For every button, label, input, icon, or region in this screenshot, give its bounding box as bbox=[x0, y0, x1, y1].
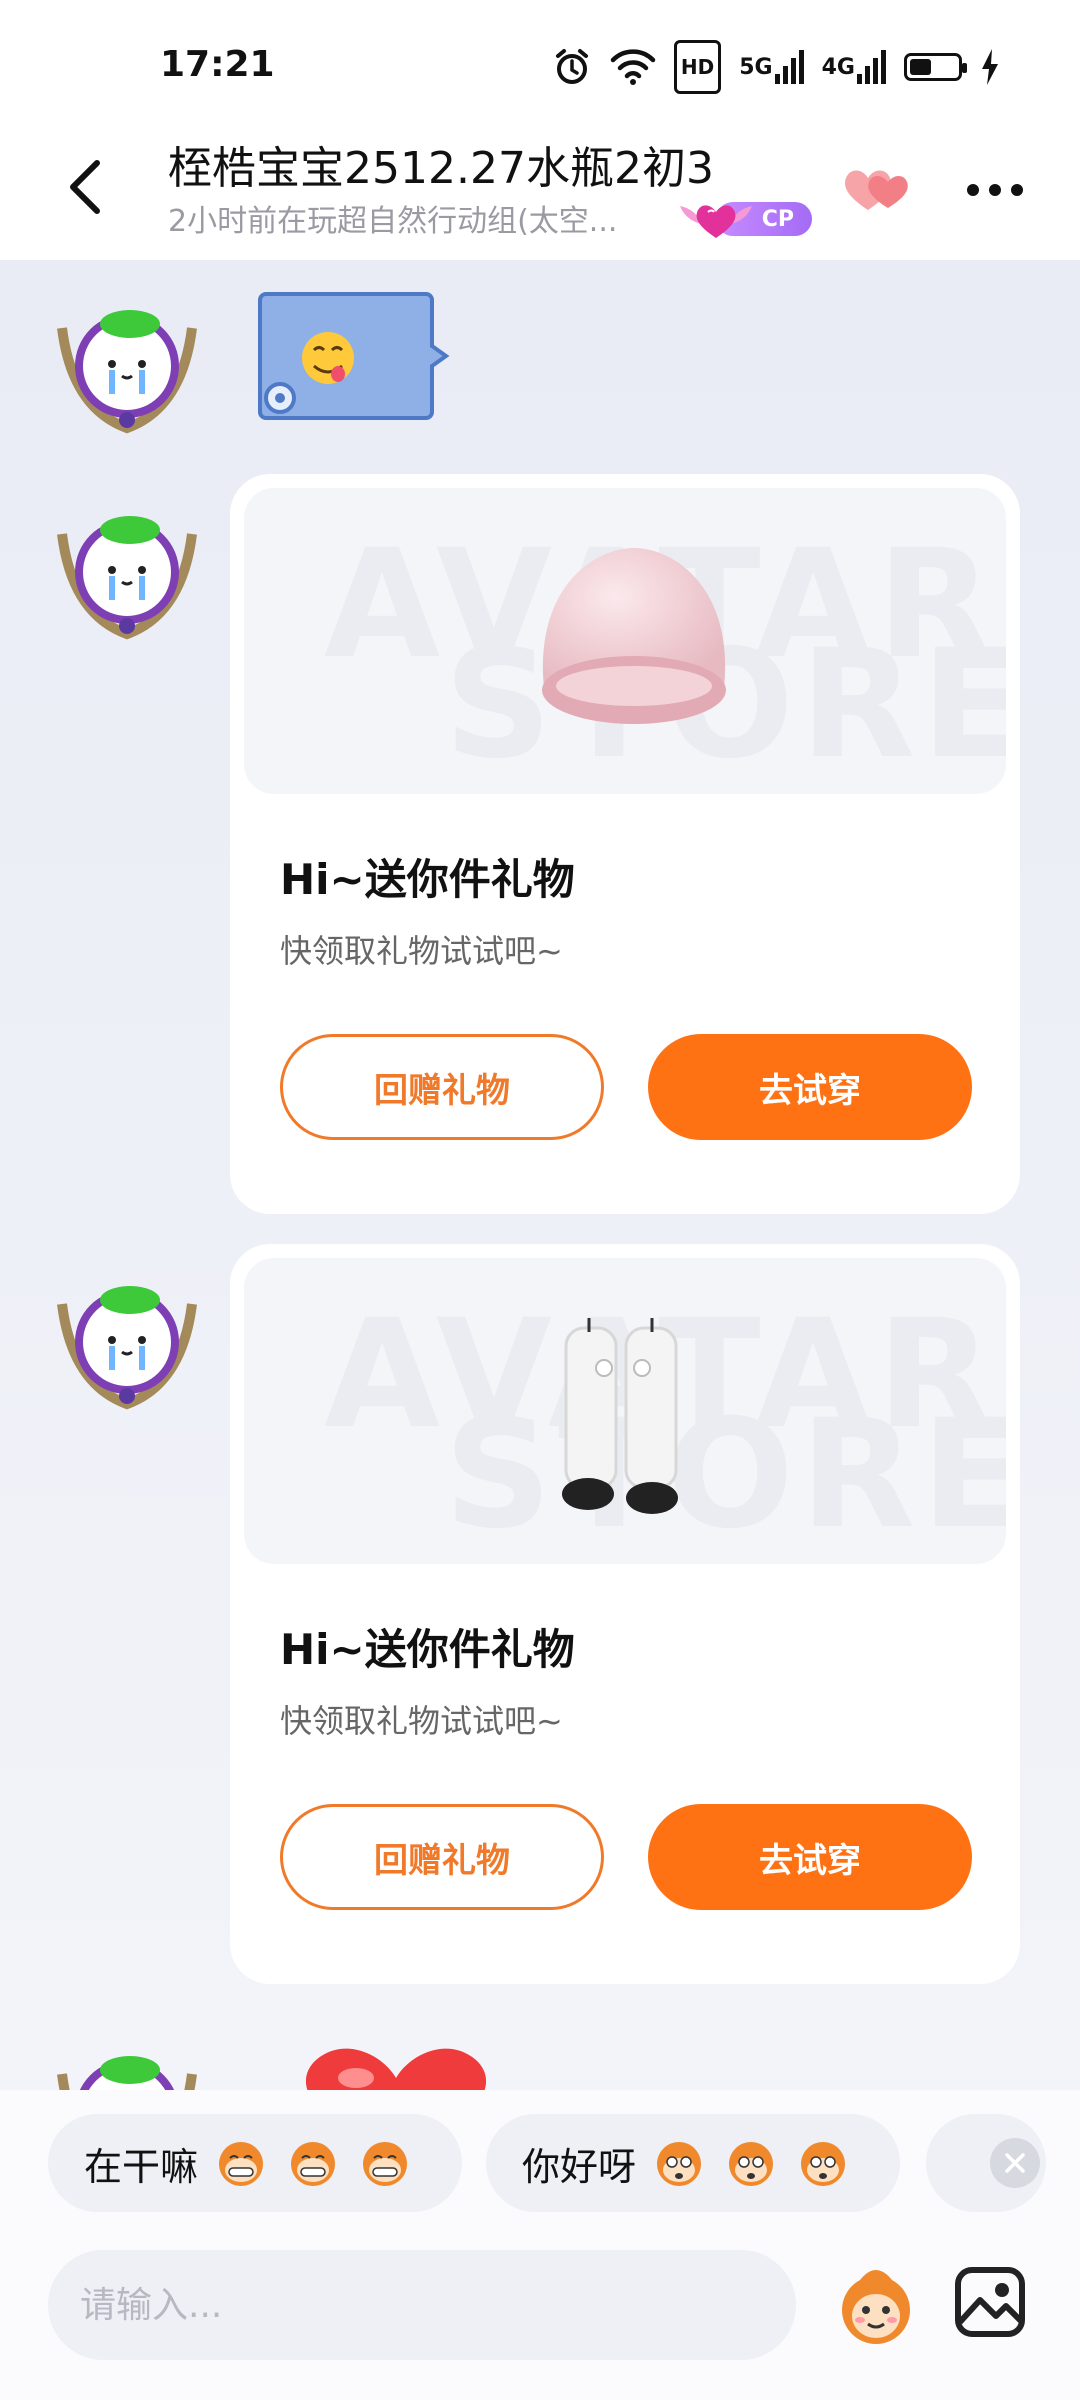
message-input[interactable] bbox=[48, 2250, 796, 2360]
more-icon-dot bbox=[967, 184, 979, 196]
alarm-icon bbox=[552, 45, 592, 89]
avatar[interactable] bbox=[52, 494, 202, 644]
return-gift-button[interactable]: 回赠礼物 bbox=[280, 1034, 604, 1140]
chat-header: 桎梏宝宝2512.27水瓶2初3 2小时前在玩超自然行动组(太空... CP bbox=[0, 120, 1080, 260]
composer: 在干嘛 你好呀 bbox=[0, 2090, 1080, 2400]
gift-card[interactable]: AVATAR STORE Hi~送你件礼物 快领取礼物试试吧~ 回赠礼物 去试穿 bbox=[230, 474, 1020, 1214]
signal-4g-icon: 4G bbox=[822, 45, 886, 89]
beanie-hat-icon bbox=[542, 548, 726, 724]
hearts-icon bbox=[844, 170, 908, 210]
cp-badge[interactable]: CP bbox=[676, 196, 816, 240]
message-list[interactable]: AVATAR STORE Hi~送你件礼物 快领取礼物试试吧~ 回赠礼物 去试穿… bbox=[0, 260, 1080, 2090]
try-on-button[interactable]: 去试穿 bbox=[648, 1804, 972, 1910]
monkey-emoji-icon bbox=[801, 2142, 846, 2186]
close-icon bbox=[1005, 2153, 1025, 2173]
return-gift-button[interactable]: 回赠礼物 bbox=[280, 1804, 604, 1910]
back-button[interactable] bbox=[50, 152, 120, 222]
quick-reply-text: 在干嘛 bbox=[84, 2144, 199, 2189]
gift-title: Hi~送你件礼物 bbox=[280, 855, 575, 904]
chat-subtitle: 2小时前在玩超自然行动组(太空... bbox=[168, 204, 618, 239]
sticker-bubble-icon bbox=[258, 292, 450, 420]
avatar[interactable] bbox=[52, 288, 202, 438]
hd-badge: HD bbox=[673, 40, 722, 94]
signal-5g-icon: 5G bbox=[739, 45, 804, 89]
quick-reply-chip[interactable]: 在干嘛 bbox=[48, 2114, 462, 2212]
gift-title: Hi~送你件礼物 bbox=[280, 1625, 575, 1674]
avatar[interactable] bbox=[52, 1264, 202, 1414]
monkey-emoji-icon bbox=[729, 2142, 774, 2186]
emoji-button[interactable] bbox=[830, 2260, 922, 2352]
heart-sticker-icon[interactable] bbox=[286, 2048, 506, 2090]
gift-description: 快领取礼物试试吧~ bbox=[280, 1702, 563, 1740]
winged-heart-icon bbox=[680, 205, 752, 238]
wifi-icon bbox=[610, 45, 656, 89]
monkey-emoji-icon bbox=[291, 2142, 336, 2186]
battery-fill bbox=[910, 59, 931, 75]
monkey-emoji-icon bbox=[657, 2142, 702, 2186]
close-quick-replies-button[interactable] bbox=[990, 2138, 1040, 2188]
watermark-store: STORE bbox=[444, 1388, 1006, 1562]
chat-title[interactable]: 桎梏宝宝2512.27水瓶2初3 bbox=[168, 132, 714, 196]
back-arrow-icon bbox=[70, 160, 100, 214]
quick-reply-text: 你好呀 bbox=[522, 2144, 637, 2189]
image-picker-button[interactable] bbox=[950, 2262, 1030, 2342]
sticker-message[interactable] bbox=[258, 290, 450, 422]
quick-reply-chip[interactable]: 你好呀 bbox=[486, 2114, 900, 2212]
status-icons: HD 5G 4G bbox=[552, 40, 1000, 94]
gift-image[interactable]: AVATAR STORE bbox=[244, 488, 1006, 794]
battery-icon bbox=[904, 45, 967, 89]
hearts-button[interactable] bbox=[838, 158, 918, 218]
gift-description: 快领取礼物试试吧~ bbox=[280, 932, 563, 970]
gift-card[interactable]: AVATAR STORE Hi~送你件礼物 快领取礼物试试吧~ 回赠礼物 去试穿 bbox=[230, 1244, 1020, 1984]
avatar[interactable] bbox=[52, 2034, 202, 2090]
status-bar: 17:21 HD 5G 4G bbox=[0, 0, 1080, 120]
try-on-button[interactable]: 去试穿 bbox=[648, 1034, 972, 1140]
status-time: 17:21 bbox=[160, 44, 275, 85]
gift-image[interactable]: AVATAR STORE bbox=[244, 1258, 1006, 1564]
monkey-emoji-icon bbox=[363, 2142, 408, 2186]
more-icon-dot bbox=[1011, 184, 1023, 196]
more-button[interactable] bbox=[960, 160, 1030, 220]
signal-5g-label: 5G bbox=[739, 54, 773, 80]
monkey-emoji-icon bbox=[219, 2142, 264, 2186]
signal-4g-label: 4G bbox=[821, 54, 855, 80]
boots-icon bbox=[562, 1318, 678, 1514]
charging-icon bbox=[980, 45, 1000, 89]
more-icon-dot bbox=[989, 184, 1001, 196]
